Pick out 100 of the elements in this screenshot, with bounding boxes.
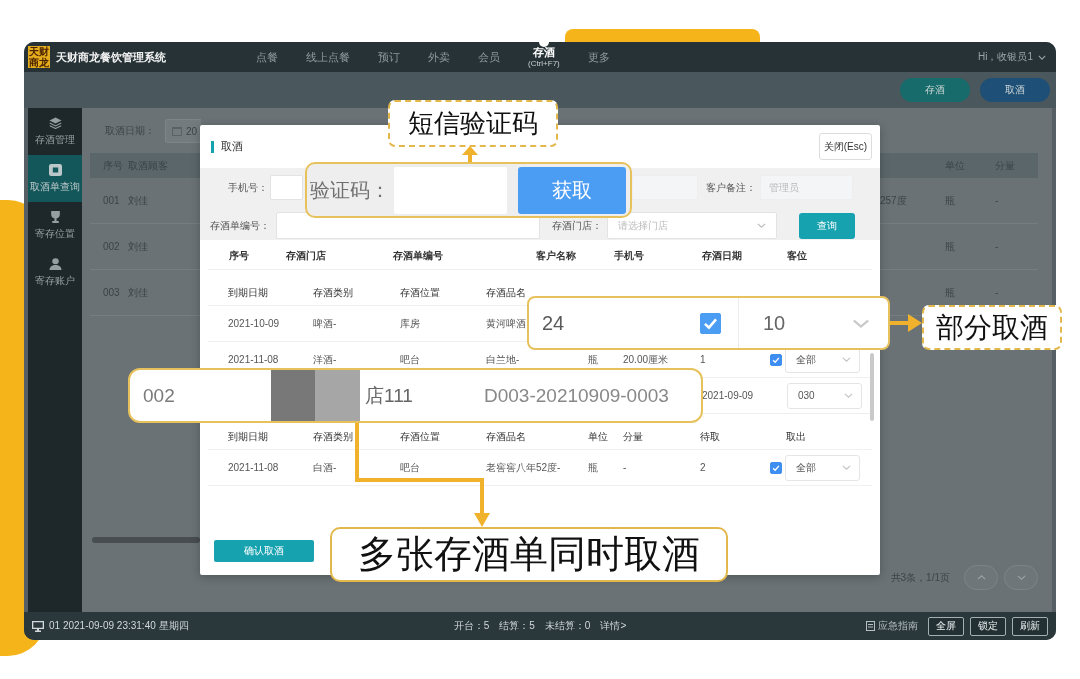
column-header: 序号 xyxy=(229,249,249,263)
chevron-down-icon xyxy=(1016,575,1026,580)
column-header: 存酒门店 xyxy=(286,249,326,263)
user-menu[interactable]: Hi，收银员1 xyxy=(978,50,1046,64)
nav-tab[interactable]: 更多 xyxy=(587,42,610,72)
sidebar-item[interactable]: 寄存账户 xyxy=(28,249,82,296)
checkbox[interactable] xyxy=(770,461,782,474)
table-cell-text: 店111 xyxy=(365,383,414,408)
sidebar-item[interactable]: 取酒单查询 xyxy=(28,155,82,202)
callout-label: 短信验证码 xyxy=(388,100,558,147)
page-down-button[interactable] xyxy=(1004,565,1038,590)
sidebar-item[interactable]: 存酒管理 xyxy=(28,108,82,155)
column-header: 客位 xyxy=(787,249,807,263)
app-title: 天财商龙餐饮管理系统 xyxy=(56,49,166,65)
table-cell: 20.00厘米 xyxy=(623,352,669,367)
chevron-down-icon xyxy=(842,465,851,470)
checkbox[interactable] xyxy=(770,353,782,366)
trophy-icon xyxy=(48,210,62,223)
nav-tab[interactable]: 线上点餐 xyxy=(306,42,350,72)
nav-tab[interactable]: 预订 xyxy=(378,42,400,72)
table-cell: 2021-10-09 xyxy=(228,318,280,329)
column-header: 待取 xyxy=(700,429,720,444)
callout-label: 部分取酒 xyxy=(922,305,1062,350)
column-header: 存酒类别 xyxy=(313,429,353,444)
chevron-down-icon xyxy=(1038,54,1046,60)
field-label: 验证码： xyxy=(310,177,391,203)
table-cell: 白酒- xyxy=(313,460,337,475)
confirm-button[interactable]: 确认取酒 xyxy=(214,540,314,562)
callout-label: 多张存酒单同时取酒 xyxy=(330,527,728,582)
query-button[interactable]: 查询 xyxy=(799,212,855,239)
quantity-select[interactable]: 全部 xyxy=(785,454,860,481)
redaction-block xyxy=(315,370,360,421)
sidebar-item[interactable]: 寄存位置 xyxy=(28,202,82,249)
table-cell: 瓶 xyxy=(588,460,598,475)
column-header: 存酒类别 xyxy=(313,285,353,300)
column-header: 分量 xyxy=(623,429,643,444)
field-label: 客户备注： xyxy=(706,180,756,195)
column-header: 存酒品名 xyxy=(486,285,526,300)
column-header: 到期日期 xyxy=(228,429,268,444)
pointer-arrow xyxy=(462,146,478,163)
pending-quantity: 24 xyxy=(542,311,566,335)
status-button[interactable]: 刷新 xyxy=(1012,616,1048,636)
frame-icon xyxy=(48,163,62,176)
take-quantity[interactable]: 10 xyxy=(763,311,786,335)
scrollbar[interactable] xyxy=(870,353,874,421)
page-up-button[interactable] xyxy=(964,565,998,590)
status-button[interactable]: 锁定 xyxy=(970,616,1006,636)
table-cell: 老窖窖八年52度- xyxy=(486,460,561,475)
action-button[interactable]: 存酒 xyxy=(900,78,970,102)
nav-tab[interactable]: 点餐 xyxy=(256,42,278,72)
checkbox[interactable] xyxy=(700,312,721,334)
status-stat: 未结算：0 xyxy=(544,619,591,633)
nav-tab[interactable]: 存酒 (Ctrl+F7) xyxy=(528,42,560,72)
nav-tab[interactable]: 外卖 xyxy=(428,42,450,72)
input-field[interactable] xyxy=(632,175,698,200)
chevron-down-icon xyxy=(852,318,870,328)
monitor-icon xyxy=(32,620,44,632)
column-header: 存酒位置 xyxy=(400,285,440,300)
table-cell: - xyxy=(995,241,999,252)
column-header: 存酒位置 xyxy=(400,429,440,444)
status-stat: 结算：5 xyxy=(499,619,535,633)
redaction-block xyxy=(271,370,315,421)
layers-icon xyxy=(48,116,62,129)
table-cell: 洋酒- xyxy=(313,352,337,367)
seat-select[interactable]: 030 xyxy=(787,382,862,409)
table-cell: 黄河啤酒 xyxy=(486,316,526,331)
column-header: 存酒单编号 xyxy=(393,249,443,263)
action-button[interactable]: 取酒 xyxy=(980,78,1050,102)
chevron-down-icon xyxy=(842,357,851,362)
column-header: 存酒品名 xyxy=(486,429,526,444)
nav-tab[interactable]: 会员 xyxy=(478,42,500,72)
person-icon xyxy=(48,257,62,270)
table-cell: 1 xyxy=(700,354,706,365)
calendar-icon xyxy=(172,126,182,136)
accent-bar xyxy=(211,140,214,153)
column-header: 单位 xyxy=(588,429,608,444)
details-link[interactable]: 详情> xyxy=(600,619,627,633)
table-cell: 2021-11-08 xyxy=(228,462,279,473)
chevron-down-icon xyxy=(844,393,853,398)
table-cell: 2 xyxy=(700,462,706,473)
terminal-datetime: 01 2021-09-09 23:31:40 星期四 xyxy=(49,619,189,633)
table-cell: - xyxy=(623,462,627,473)
input-field[interactable] xyxy=(270,175,303,200)
table-cell: 2021-11-08 xyxy=(228,354,279,365)
close-button[interactable]: 关闭(Esc) xyxy=(818,133,872,160)
column-header: 到期日期 xyxy=(228,285,268,300)
field-label: 存酒单编号： xyxy=(209,218,270,233)
table-cell: 白兰地- xyxy=(486,352,520,367)
document-icon xyxy=(866,621,875,631)
field-label: 存酒门店： xyxy=(552,218,602,233)
chevron-up-icon xyxy=(976,575,986,580)
scrollbar[interactable] xyxy=(92,537,200,543)
column-header: 手机号 xyxy=(614,249,644,263)
guide-link[interactable]: 应急指南 xyxy=(866,619,918,633)
table-cell: 2021-09-09 xyxy=(702,390,754,401)
status-button[interactable]: 全屏 xyxy=(928,616,964,636)
status-stat: 开台：5 xyxy=(453,619,490,633)
dialog-title: 取酒 xyxy=(221,139,243,154)
table-cell: D003-20210909-0003 xyxy=(484,384,669,407)
table-cell: 瓶 xyxy=(588,352,598,367)
